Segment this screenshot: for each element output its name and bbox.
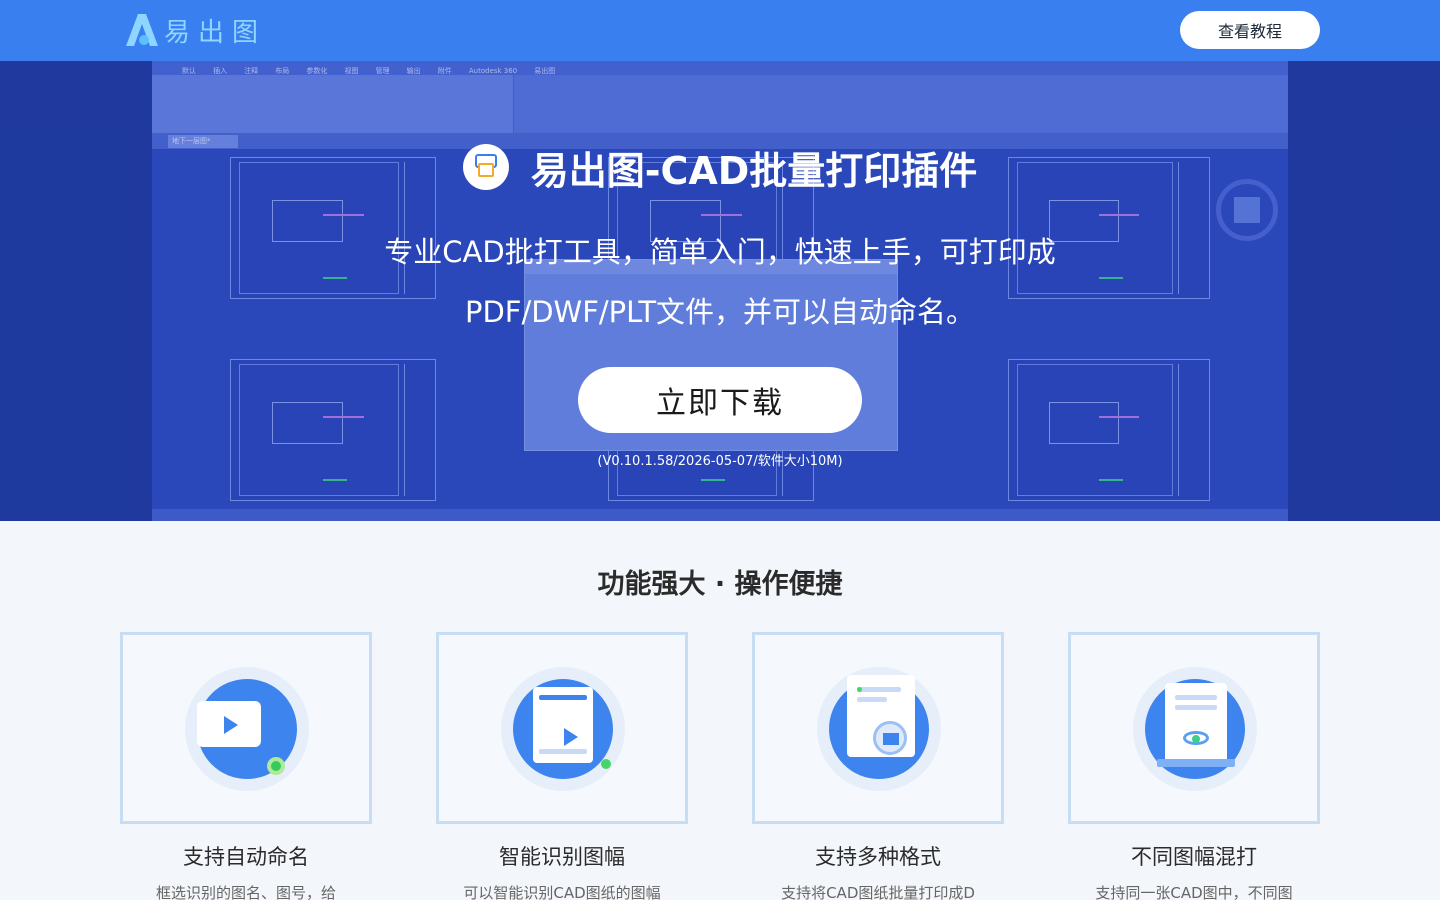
- hero-title-row: 易出图-CAD批量打印插件: [0, 143, 1440, 193]
- logo-text: 易出图: [164, 17, 267, 48]
- feature-card-auto-naming[interactable]: [120, 632, 372, 824]
- feature-desc: 可以智能识别CAD图纸的图幅: [463, 884, 661, 900]
- feature-card-frame-detection[interactable]: [436, 632, 688, 824]
- printer-icon: [462, 144, 509, 190]
- status-dot-icon: [267, 757, 285, 775]
- feature-title: 智能识别图幅: [499, 845, 625, 869]
- download-now-button[interactable]: 立即下载: [578, 367, 862, 433]
- video-play-icon: [197, 701, 261, 747]
- feature-desc: 支持将CAD图纸批量打印成D: [781, 884, 975, 900]
- view-tutorial-button[interactable]: 查看教程: [1180, 11, 1320, 49]
- video-play-icon: [537, 713, 579, 746]
- feature-title: 不同图幅混打: [1131, 845, 1257, 869]
- top-navbar: 易出图 查看教程: [0, 0, 1440, 61]
- feature-title: 支持自动命名: [183, 845, 309, 869]
- feature-desc: 框选识别的图名、图号，给: [155, 884, 336, 900]
- eye-icon: [1183, 731, 1209, 745]
- logo-mark-icon: [126, 14, 158, 46]
- hero-title: 易出图-CAD批量打印插件: [530, 148, 978, 193]
- hero-subtitle-line1: 专业CAD批打工具，简单入门，快速上手，可打印成: [384, 235, 1056, 269]
- feature-card-mixed-print[interactable]: [1068, 632, 1320, 824]
- feature-title: 支持多种格式: [815, 845, 941, 869]
- features-title: 功能强大 · 操作便捷: [597, 569, 843, 600]
- version-info: (V0.10.1.58/2026-05-07/软件大小10M): [597, 454, 843, 469]
- feature-desc: 支持同一张CAD图中，不同图: [1095, 884, 1293, 900]
- feature-card-multi-format[interactable]: [752, 632, 1004, 824]
- brand-logo[interactable]: 易出图: [122, 8, 266, 52]
- hero-subtitle-line2: PDF/DWF/PLT文件，并可以自动命名。: [464, 295, 976, 329]
- hero-banner: 默认 插入 注释 布局 参数化 视图 管理 输出 附件 Autodesk 360…: [0, 61, 1440, 521]
